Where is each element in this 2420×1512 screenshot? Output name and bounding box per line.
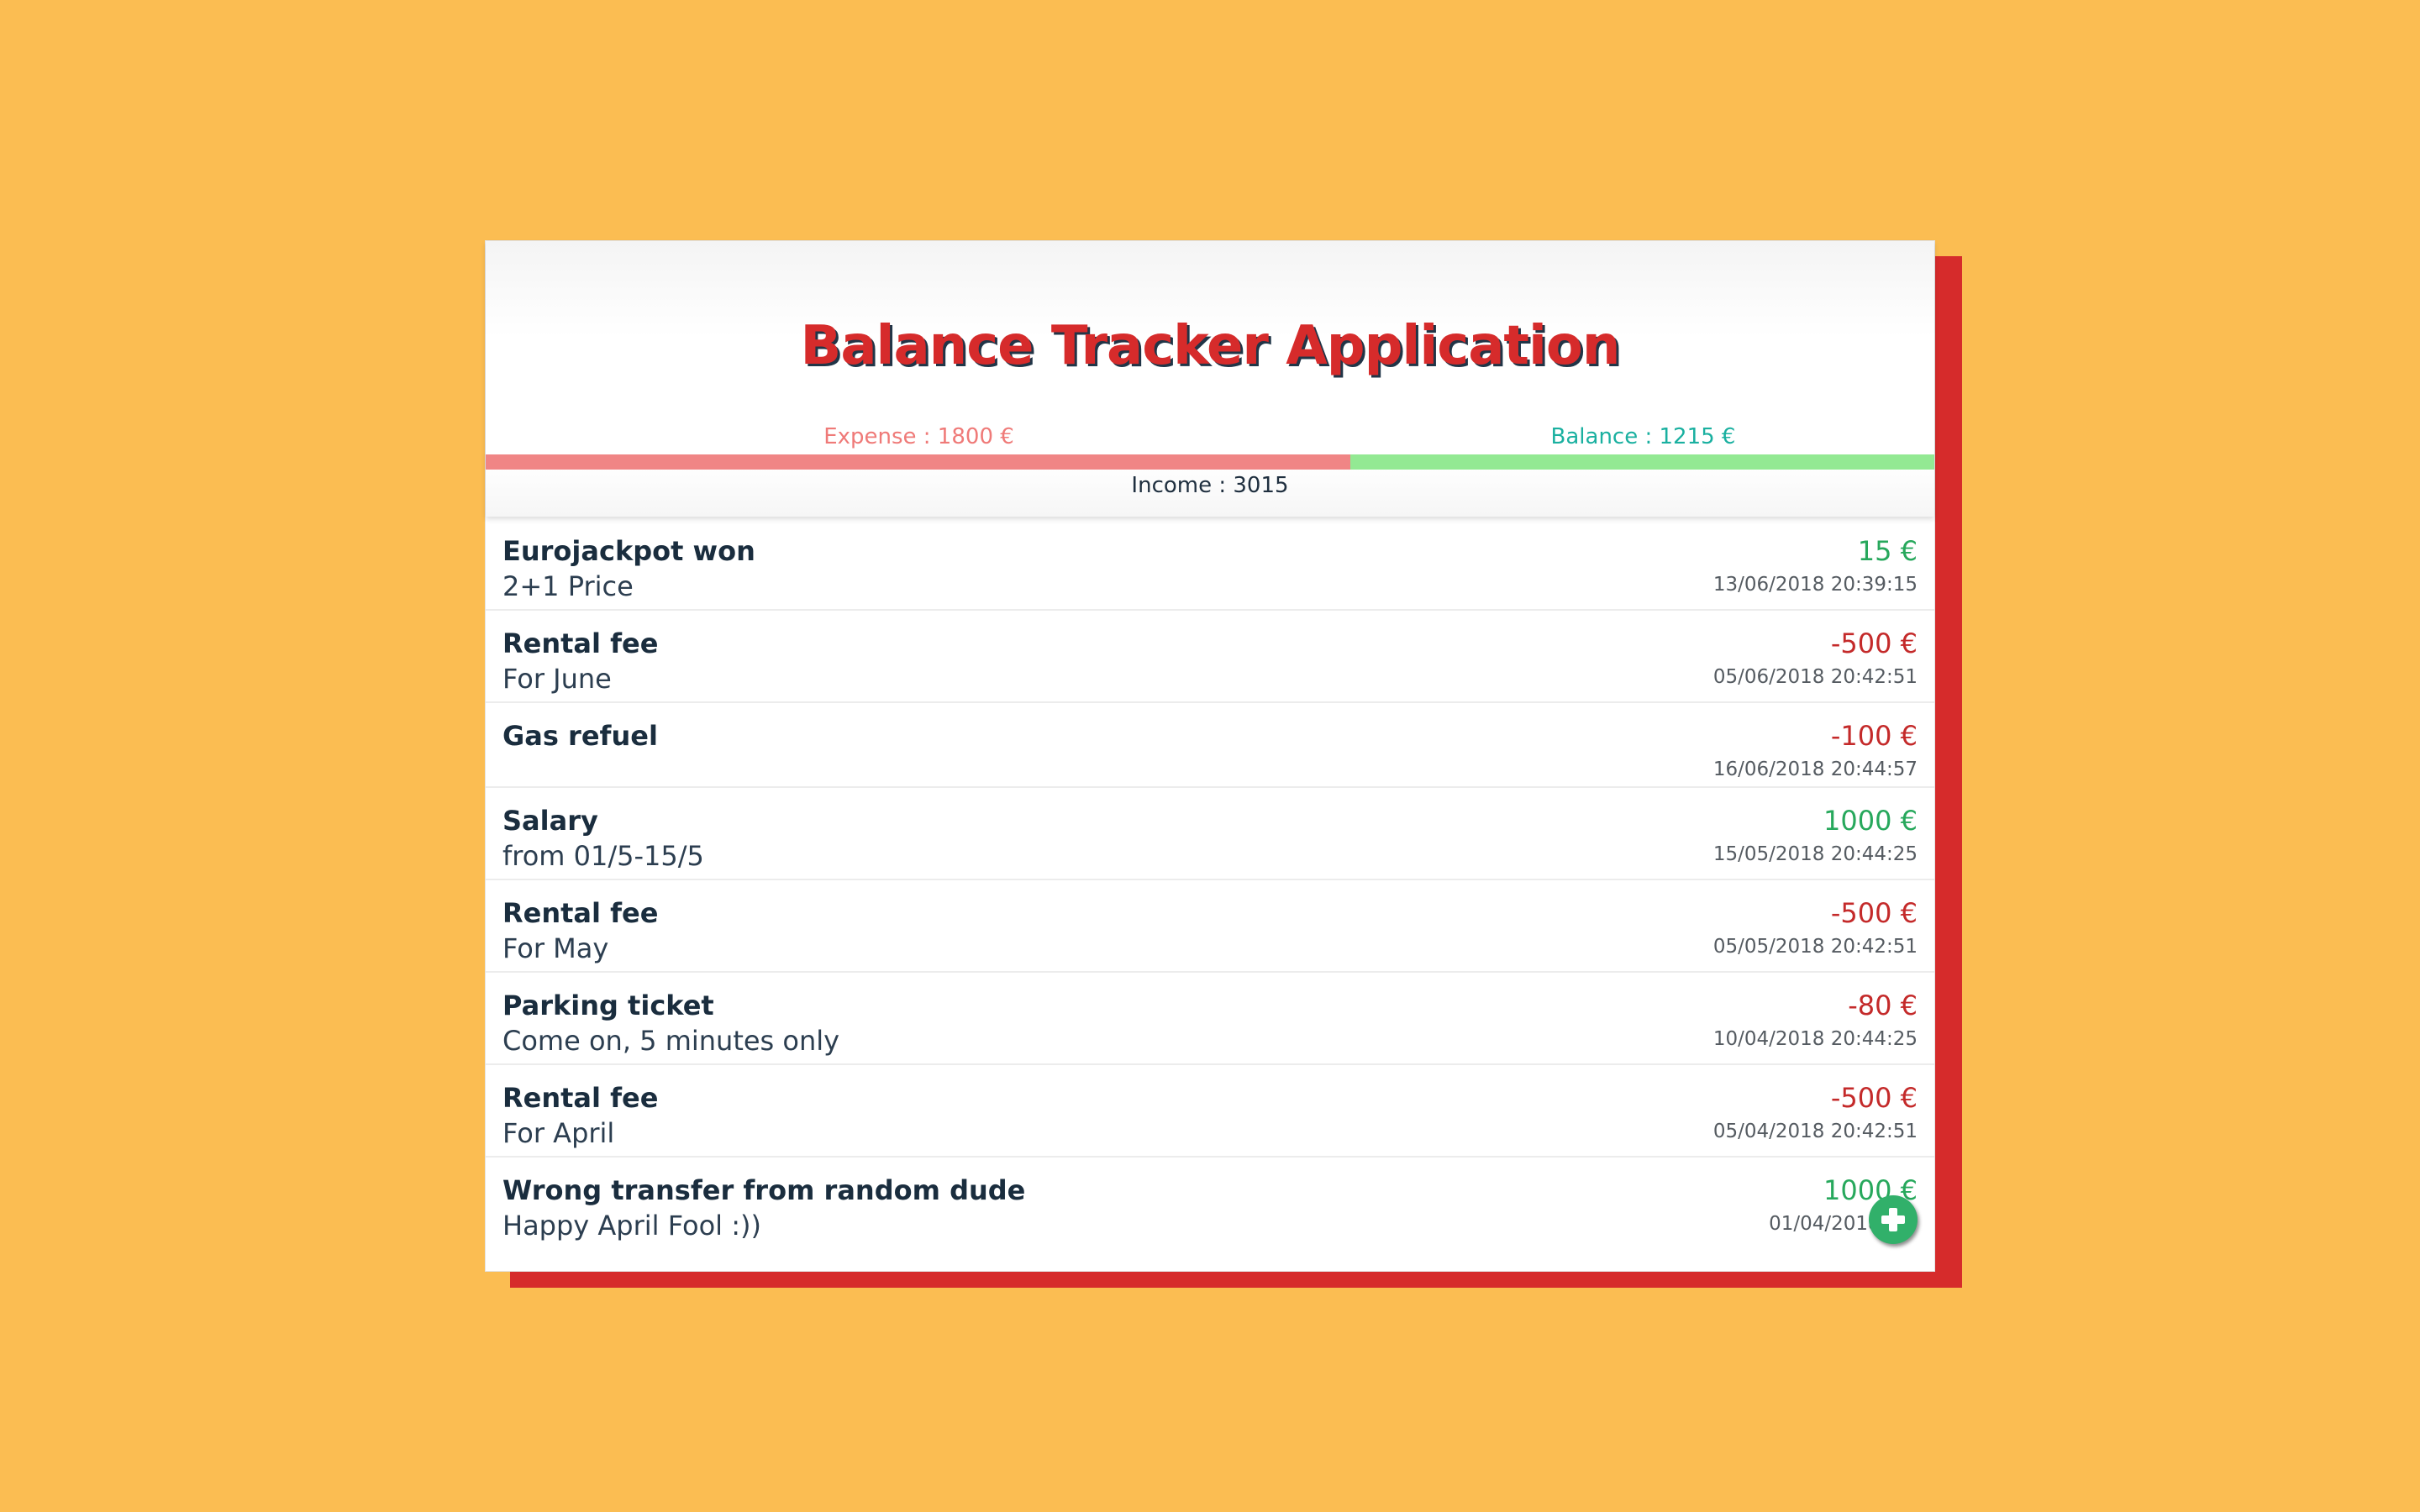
expense-bar-fill <box>486 454 1351 470</box>
transaction-row[interactable]: Rental fee For April -500 € 05/04/2018 2… <box>486 1065 1934 1158</box>
expense-label: Expense : 1800 € <box>823 424 1014 449</box>
summary-header: Balance Tracker Application Expense : 18… <box>486 241 1934 517</box>
transaction-date: 10/04/2018 20:44:25 <box>1712 1028 1918 1050</box>
transaction-amount: -500 € <box>1830 1082 1918 1114</box>
transaction-row[interactable]: Wrong transfer from random dude Happy Ap… <box>486 1158 1934 1250</box>
transaction-description: For May <box>502 932 609 964</box>
transaction-title: Rental fee <box>502 627 659 659</box>
transaction-description: Happy April Fool :)) <box>502 1210 761 1242</box>
balance-bar <box>486 454 1934 470</box>
transaction-title: Salary <box>502 805 598 837</box>
tracker-card: Balance Tracker Application Expense : 18… <box>485 240 1935 1272</box>
transaction-title: Parking ticket <box>502 990 714 1021</box>
transaction-title: Wrong transfer from random dude <box>502 1174 1026 1206</box>
transaction-date: 05/06/2018 20:42:51 <box>1712 666 1918 688</box>
transaction-row[interactable]: Eurojackpot won 2+1 Price 15 € 13/06/201… <box>486 518 1934 611</box>
balance-bar-fill <box>1350 454 1934 470</box>
transaction-row[interactable]: Parking ticket Come on, 5 minutes only -… <box>486 973 1934 1065</box>
transaction-amount: 15 € <box>1857 535 1918 567</box>
plus-icon <box>1879 1205 1907 1234</box>
transaction-title: Gas refuel <box>502 720 658 752</box>
add-transaction-button[interactable] <box>1869 1195 1918 1244</box>
balance-label: Balance : 1215 € <box>1550 424 1736 449</box>
transaction-description: from 01/5-15/5 <box>502 840 704 872</box>
transaction-description: 2+1 Price <box>502 570 634 602</box>
transaction-amount: -80 € <box>1848 990 1918 1021</box>
transaction-description: For June <box>502 663 612 695</box>
transaction-title: Rental fee <box>502 1082 659 1114</box>
transaction-row[interactable]: Rental fee For May -500 € 05/05/2018 20:… <box>486 880 1934 973</box>
transaction-description: For April <box>502 1117 615 1149</box>
transaction-date: 16/06/2018 20:44:57 <box>1712 759 1918 780</box>
transaction-description: Come on, 5 minutes only <box>502 1025 840 1057</box>
income-label: Income : 3015 <box>1131 473 1289 498</box>
transaction-date: 13/06/2018 20:39:15 <box>1712 574 1918 596</box>
transaction-amount: 1000 € <box>1823 805 1918 837</box>
transaction-row[interactable]: Gas refuel -100 € 16/06/2018 20:44:57 <box>486 703 1934 788</box>
app-title: Balance Tracker Application <box>800 315 1621 377</box>
transaction-list: Eurojackpot won 2+1 Price 15 € 13/06/201… <box>486 518 1934 1250</box>
transaction-amount: -100 € <box>1830 720 1918 752</box>
transaction-title: Eurojackpot won <box>502 535 755 567</box>
transaction-title: Rental fee <box>502 897 659 929</box>
transaction-date: 05/05/2018 20:42:51 <box>1712 936 1918 958</box>
transaction-date: 05/04/2018 20:42:51 <box>1712 1121 1918 1142</box>
transaction-amount: -500 € <box>1830 627 1918 659</box>
transaction-row[interactable]: Salary from 01/5-15/5 1000 € 15/05/2018 … <box>486 788 1934 880</box>
transaction-row[interactable]: Rental fee For June -500 € 05/06/2018 20… <box>486 611 1934 703</box>
transaction-date: 15/05/2018 20:44:25 <box>1712 843 1918 865</box>
transaction-amount: -500 € <box>1830 897 1918 929</box>
